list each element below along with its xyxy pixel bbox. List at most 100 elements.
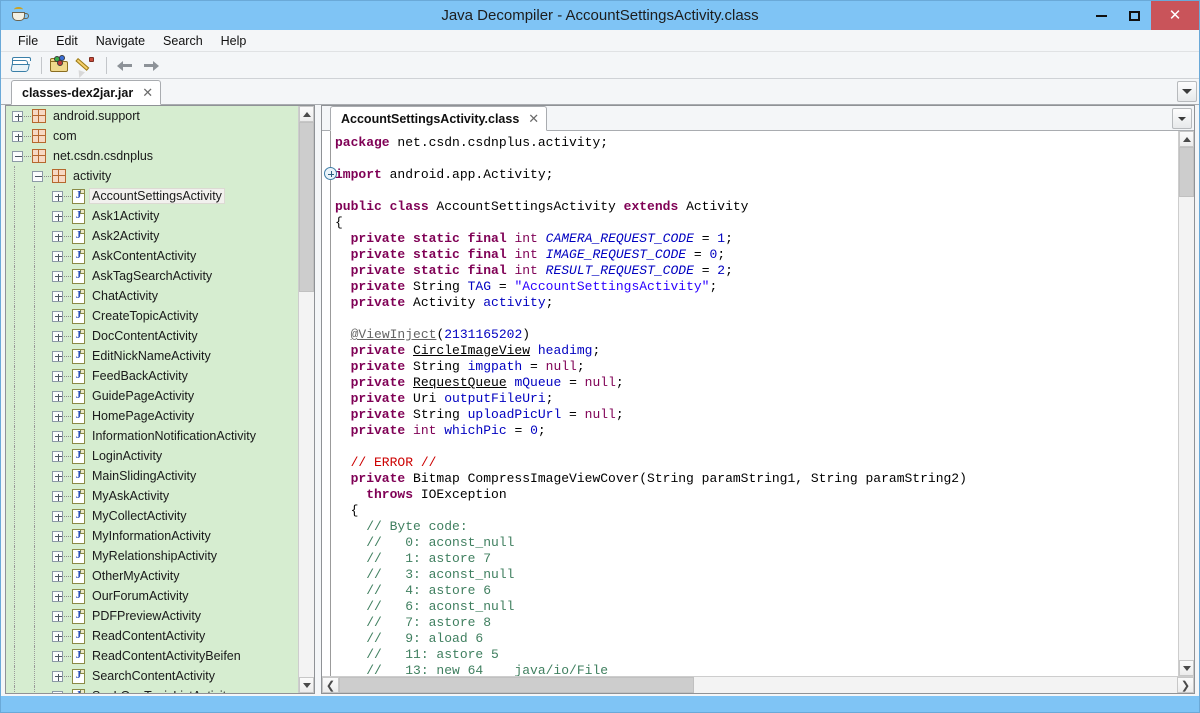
- expand-icon[interactable]: [52, 451, 63, 462]
- close-icon[interactable]: ✕: [528, 112, 539, 125]
- tab-accountsettingsactivity-class[interactable]: AccountSettingsActivity.class ✕: [330, 106, 547, 131]
- expand-icon[interactable]: [52, 351, 63, 362]
- scroll-thumb[interactable]: [1179, 147, 1194, 197]
- close-button[interactable]: ✕: [1151, 1, 1199, 30]
- expand-icon[interactable]: [52, 391, 63, 402]
- close-icon: ✕: [1169, 8, 1182, 23]
- expand-icon[interactable]: [52, 611, 63, 622]
- expand-icon[interactable]: [52, 251, 63, 262]
- expand-icon[interactable]: [52, 591, 63, 602]
- expand-icon[interactable]: [52, 691, 63, 694]
- minimize-button[interactable]: [1085, 1, 1118, 30]
- tree-node[interactable]: JMyCollectActivity: [6, 506, 298, 526]
- tree-node[interactable]: JDocContentActivity: [6, 326, 298, 346]
- scroll-track[interactable]: [339, 677, 1177, 693]
- expand-icon[interactable]: [52, 271, 63, 282]
- package-tree[interactable]: android.supportcomnet.csdn.csdnplusactiv…: [6, 106, 298, 693]
- scroll-down-button[interactable]: [1179, 660, 1194, 676]
- collapse-icon[interactable]: [12, 151, 23, 162]
- scroll-down-button[interactable]: [299, 677, 314, 693]
- tree-node[interactable]: android.support: [6, 106, 298, 126]
- jar-tab-overflow-button[interactable]: [1177, 81, 1197, 102]
- close-icon[interactable]: ✕: [142, 86, 153, 99]
- tree-node[interactable]: JMainSlidingActivity: [6, 466, 298, 486]
- menu-help[interactable]: Help: [212, 32, 256, 50]
- fold-expand-icon[interactable]: [324, 167, 337, 180]
- tree-node[interactable]: JPDFPreviewActivity: [6, 606, 298, 626]
- expand-icon[interactable]: [52, 571, 63, 582]
- tree-node[interactable]: JOurForumActivity: [6, 586, 298, 606]
- tree-node[interactable]: JReadContentActivity: [6, 626, 298, 646]
- navigate-back-icon[interactable]: [113, 54, 137, 76]
- expand-icon[interactable]: [52, 371, 63, 382]
- tree-node[interactable]: JOtherMyActivity: [6, 566, 298, 586]
- menu-file[interactable]: File: [9, 32, 47, 50]
- expand-icon[interactable]: [52, 311, 63, 322]
- save-sources-icon[interactable]: [74, 54, 98, 76]
- tree-node[interactable]: JAccountSettingsActivity: [6, 186, 298, 206]
- tab-classes-dex2jar-jar[interactable]: classes-dex2jar.jar ✕: [11, 80, 161, 105]
- tree-node[interactable]: JHomePageActivity: [6, 406, 298, 426]
- tree-node[interactable]: JMyInformationActivity: [6, 526, 298, 546]
- expand-icon[interactable]: [12, 131, 23, 142]
- tree-vertical-scrollbar[interactable]: [298, 106, 314, 693]
- code-vertical-scrollbar[interactable]: [1178, 131, 1194, 676]
- expand-icon[interactable]: [52, 191, 63, 202]
- tree-node[interactable]: JAskContentActivity: [6, 246, 298, 266]
- tree-node[interactable]: JChatActivity: [6, 286, 298, 306]
- expand-icon[interactable]: [52, 631, 63, 642]
- expand-icon[interactable]: [52, 231, 63, 242]
- expand-icon[interactable]: [52, 211, 63, 222]
- expand-icon[interactable]: [52, 491, 63, 502]
- scroll-right-button[interactable]: ❯: [1177, 677, 1194, 693]
- expand-icon[interactable]: [52, 671, 63, 682]
- expand-icon[interactable]: [12, 111, 23, 122]
- tree-node[interactable]: JEditNickNameActivity: [6, 346, 298, 366]
- tree-node[interactable]: JSecLOneTopicListActivity: [6, 686, 298, 693]
- tree-node[interactable]: JSearchContentActivity: [6, 666, 298, 686]
- tree-node[interactable]: JLoginActivity: [6, 446, 298, 466]
- class-icon: J: [72, 529, 85, 544]
- tree-node[interactable]: activity: [6, 166, 298, 186]
- expand-icon[interactable]: [52, 431, 63, 442]
- open-type-icon[interactable]: [48, 54, 72, 76]
- tree-node-label: AccountSettingsActivity: [90, 189, 224, 203]
- expand-icon[interactable]: [52, 651, 63, 662]
- code-horizontal-scrollbar[interactable]: ❮ ❯: [322, 676, 1194, 693]
- menu-search[interactable]: Search: [154, 32, 212, 50]
- tree-node[interactable]: com: [6, 126, 298, 146]
- expand-icon[interactable]: [52, 471, 63, 482]
- open-file-icon[interactable]: [9, 54, 33, 76]
- menu-edit[interactable]: Edit: [47, 32, 87, 50]
- scroll-up-button[interactable]: [299, 106, 314, 122]
- scroll-left-button[interactable]: ❮: [322, 677, 339, 693]
- tree-node[interactable]: JAskTagSearchActivity: [6, 266, 298, 286]
- tree-node[interactable]: JCreateTopicActivity: [6, 306, 298, 326]
- tree-node[interactable]: JGuidePageActivity: [6, 386, 298, 406]
- navigate-forward-icon[interactable]: [139, 54, 163, 76]
- expand-icon[interactable]: [52, 551, 63, 562]
- expand-icon[interactable]: [52, 331, 63, 342]
- menu-navigate[interactable]: Navigate: [87, 32, 154, 50]
- collapse-icon[interactable]: [32, 171, 43, 182]
- expand-icon[interactable]: [52, 531, 63, 542]
- tree-node[interactable]: JFeedBackActivity: [6, 366, 298, 386]
- tree-node[interactable]: JAsk1Activity: [6, 206, 298, 226]
- tree-node[interactable]: JAsk2Activity: [6, 226, 298, 246]
- expand-icon[interactable]: [52, 411, 63, 422]
- tree-node[interactable]: JMyAskActivity: [6, 486, 298, 506]
- editor-tab-overflow-button[interactable]: [1172, 108, 1192, 129]
- maximize-button[interactable]: [1118, 1, 1151, 30]
- tree-node[interactable]: JReadContentActivityBeifen: [6, 646, 298, 666]
- scroll-track[interactable]: [1179, 147, 1194, 660]
- scroll-thumb[interactable]: [339, 677, 694, 693]
- scroll-track[interactable]: [299, 122, 314, 677]
- tree-node[interactable]: JInformationNotificationActivity: [6, 426, 298, 446]
- expand-icon[interactable]: [52, 511, 63, 522]
- source-code-view[interactable]: package net.csdn.csdnplus.activity; impo…: [322, 131, 1178, 676]
- tree-node[interactable]: net.csdn.csdnplus: [6, 146, 298, 166]
- expand-icon[interactable]: [52, 291, 63, 302]
- scroll-up-button[interactable]: [1179, 131, 1194, 147]
- scroll-thumb[interactable]: [299, 122, 314, 292]
- tree-node[interactable]: JMyRelationshipActivity: [6, 546, 298, 566]
